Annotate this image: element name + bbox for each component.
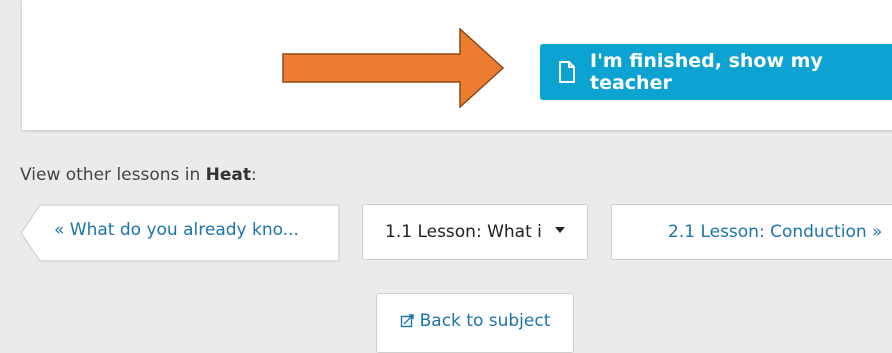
previous-lesson-label: « What do you already kno... xyxy=(54,220,299,240)
finished-button-label: I'm finished, show my teacher xyxy=(590,50,823,94)
back-to-subject-label: Back to subject xyxy=(419,311,551,331)
finished-show-teacher-button[interactable]: I'm finished, show my teacher xyxy=(540,44,892,100)
caret-down-icon xyxy=(555,227,565,233)
back-to-subject-button[interactable]: Back to subject xyxy=(376,293,574,353)
subject-name: Heat xyxy=(205,165,252,185)
next-lesson-label: 2.1 Lesson: Conduction » xyxy=(668,222,883,242)
other-lessons-prefix: View other lessons in xyxy=(20,165,206,185)
document-icon xyxy=(559,61,575,83)
orange-arrow-icon xyxy=(282,28,504,108)
lesson-select-value: 1.1 Lesson: What i xyxy=(385,222,542,242)
other-lessons-suffix: : xyxy=(251,165,257,185)
page-gutter xyxy=(0,0,8,342)
lesson-select-dropdown[interactable]: 1.1 Lesson: What i xyxy=(362,204,588,260)
back-subject-icon xyxy=(400,314,414,328)
next-lesson-button[interactable]: 2.1 Lesson: Conduction » xyxy=(611,204,892,260)
other-lessons-label: View other lessons in Heat: xyxy=(20,165,257,185)
